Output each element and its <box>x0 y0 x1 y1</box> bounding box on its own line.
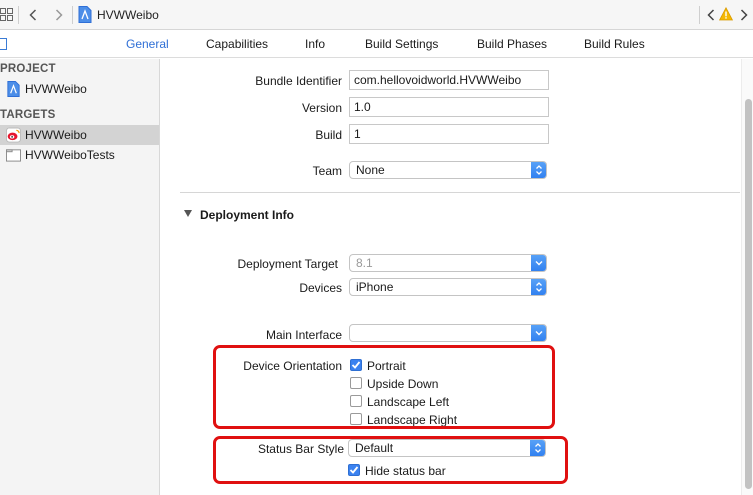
chevron-down-icon <box>531 255 546 271</box>
sidebar-item-label: HVWWeiboTests <box>25 148 115 162</box>
orientation-highlight-box <box>213 345 555 429</box>
tab-capabilities[interactable]: Capabilities <box>206 37 268 51</box>
vertical-scrollbar[interactable] <box>741 59 753 495</box>
back-chevron-icon[interactable] <box>26 6 40 24</box>
tab-build-settings[interactable]: Build Settings <box>365 37 438 51</box>
app-target-icon <box>6 127 21 143</box>
bundle-identifier-field[interactable]: com.hellovoidworld.HVWWeibo <box>349 70 549 90</box>
test-bundle-icon <box>6 149 21 162</box>
related-items-grid-icon[interactable] <box>0 8 13 21</box>
divider <box>72 6 73 24</box>
bundle-identifier-label: Bundle Identifier <box>255 74 342 88</box>
section-divider <box>180 192 740 193</box>
build-label: Build <box>315 128 342 142</box>
chevron-down-icon <box>531 325 546 341</box>
warning-icon[interactable] <box>719 7 733 21</box>
team-popup[interactable]: None <box>349 161 547 179</box>
sidebar-item-label: HVWWeibo <box>25 82 87 96</box>
main-interface-combo[interactable] <box>349 324 547 342</box>
status-bar-highlight-box <box>213 436 568 484</box>
forward-chevron-icon[interactable] <box>52 6 66 24</box>
main-interface-label: Main Interface <box>265 328 342 342</box>
path-bar: HVWWeibo <box>0 0 753 30</box>
previous-issue-chevron-icon[interactable] <box>704 6 718 24</box>
version-label: Version <box>301 101 342 115</box>
divider <box>18 6 19 24</box>
project-file-icon <box>78 6 92 23</box>
deployment-target-combo[interactable]: 8.1 <box>349 254 547 272</box>
disclosure-triangle-icon[interactable] <box>184 210 192 217</box>
up-down-arrows-icon <box>531 162 546 178</box>
show-hide-targets-icon[interactable] <box>0 38 7 50</box>
breadcrumb[interactable]: HVWWeibo <box>97 8 159 22</box>
team-label: Team <box>312 164 342 178</box>
devices-popup-value: iPhone <box>356 280 394 294</box>
tab-general[interactable]: General <box>126 37 169 51</box>
next-issue-chevron-icon[interactable] <box>737 6 751 24</box>
deployment-target-label: Deployment Target <box>237 257 339 271</box>
tab-build-phases[interactable]: Build Phases <box>477 37 547 51</box>
deployment-info-header[interactable]: Deployment Info <box>200 208 294 222</box>
build-field[interactable]: 1 <box>349 124 549 144</box>
deployment-target-value: 8.1 <box>356 256 373 270</box>
sidebar-item-target-tests[interactable]: HVWWeiboTests <box>0 145 159 165</box>
editor-tab-bar: General Capabilities Info Build Settings… <box>0 30 753 58</box>
tab-info[interactable]: Info <box>305 37 325 51</box>
sidebar-item-project[interactable]: HVWWeibo <box>0 79 159 99</box>
devices-label: Devices <box>299 281 342 295</box>
version-field[interactable]: 1.0 <box>349 97 549 117</box>
up-down-arrows-icon <box>531 279 546 295</box>
team-popup-value: None <box>356 163 385 177</box>
tab-build-rules[interactable]: Build Rules <box>584 37 645 51</box>
scrollbar-thumb[interactable] <box>745 99 752 489</box>
devices-popup[interactable]: iPhone <box>349 278 547 296</box>
project-file-icon <box>7 81 20 97</box>
targets-section-header: TARGETS <box>0 109 56 121</box>
project-section-header: PROJECT <box>0 63 56 75</box>
sidebar-item-target-app[interactable]: HVWWeibo <box>0 125 159 145</box>
sidebar-item-label: HVWWeibo <box>25 128 87 142</box>
divider <box>699 6 700 24</box>
project-targets-sidebar: PROJECT HVWWeibo TARGETS HVWWeibo HVWWei… <box>0 59 160 495</box>
